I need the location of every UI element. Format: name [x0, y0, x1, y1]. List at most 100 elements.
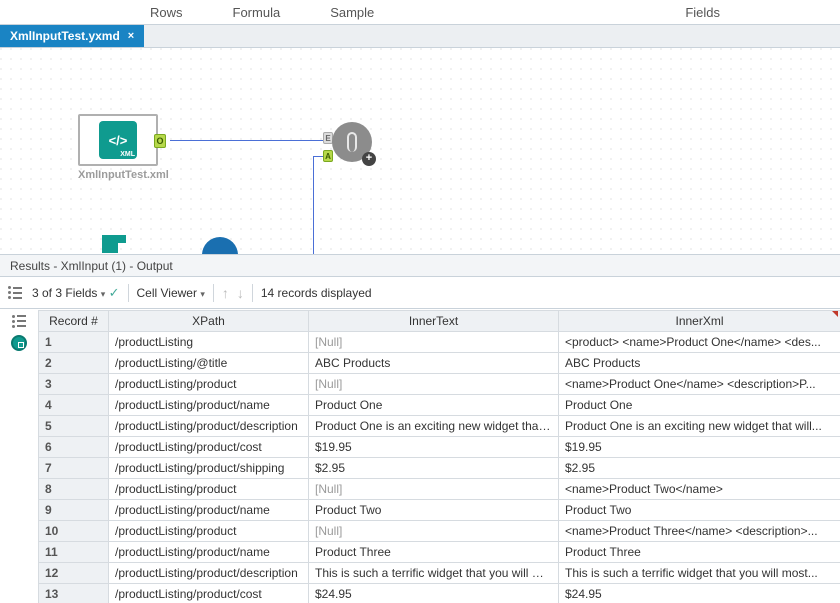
cell-innertext[interactable]: [Null]: [309, 479, 559, 500]
messages-icon[interactable]: [10, 312, 28, 330]
table-row[interactable]: 10/productListing/product[Null]<name>Pro…: [39, 521, 840, 542]
cell-innertext[interactable]: This is such a terrific widget that you …: [309, 563, 559, 584]
cell-xpath[interactable]: /productListing/product/name: [109, 500, 309, 521]
input-port-a[interactable]: A: [323, 150, 333, 162]
records-count: 14 records displayed: [261, 286, 372, 300]
table-row[interactable]: 9/productListing/product/nameProduct Two…: [39, 500, 840, 521]
cell-innerxml[interactable]: Product One: [559, 395, 840, 416]
cell-xpath[interactable]: /productListing/product: [109, 479, 309, 500]
cell-innerxml[interactable]: <product> <name>Product One</name> <des.…: [559, 332, 840, 353]
record-number[interactable]: 1: [39, 332, 109, 353]
cell-innerxml[interactable]: <name>Product Three</name> <description>…: [559, 521, 840, 542]
record-number[interactable]: 4: [39, 395, 109, 416]
table-row[interactable]: 6/productListing/product/cost$19.95$19.9…: [39, 437, 840, 458]
cell-innertext[interactable]: Product One is an exciting new widget th…: [309, 416, 559, 437]
record-number[interactable]: 5: [39, 416, 109, 437]
record-number[interactable]: 8: [39, 479, 109, 500]
output-anchor-icon[interactable]: [10, 334, 28, 352]
cell-innerxml[interactable]: Product Three: [559, 542, 840, 563]
col-record[interactable]: Record #: [39, 311, 109, 332]
workflow-tab[interactable]: XmlInputTest.yxmd ×: [0, 25, 144, 47]
table-row[interactable]: 13/productListing/product/cost$24.95$24.…: [39, 584, 840, 603]
cell-innerxml[interactable]: This is such a terrific widget that you …: [559, 563, 840, 584]
output-port[interactable]: O: [154, 134, 166, 148]
record-number[interactable]: 12: [39, 563, 109, 584]
close-tab-icon[interactable]: ×: [128, 30, 134, 42]
table-row[interactable]: 3/productListing/product[Null]<name>Prod…: [39, 374, 840, 395]
table-row[interactable]: 8/productListing/product[Null]<name>Prod…: [39, 479, 840, 500]
xml-input-tool[interactable]: </> XML O XmlInputTest.xml: [78, 114, 158, 181]
cell-innertext[interactable]: [Null]: [309, 521, 559, 542]
connection-wire[interactable]: [170, 140, 334, 141]
menu-formula[interactable]: Formula: [233, 5, 281, 20]
cell-xpath[interactable]: /productListing/product: [109, 521, 309, 542]
cell-innertext[interactable]: ABC Products: [309, 353, 559, 374]
cell-xpath[interactable]: /productListing: [109, 332, 309, 353]
col-innertext[interactable]: InnerText: [309, 311, 559, 332]
results-header: Results - XmlInput (1) - Output: [0, 255, 840, 277]
cell-xpath[interactable]: /productListing/product/name: [109, 542, 309, 563]
cell-innertext[interactable]: Product One: [309, 395, 559, 416]
cell-viewer-dropdown[interactable]: Cell Viewer ▾: [137, 286, 205, 300]
table-row[interactable]: 11/productListing/product/nameProduct Th…: [39, 542, 840, 563]
record-number[interactable]: 11: [39, 542, 109, 563]
cell-innerxml[interactable]: $2.95: [559, 458, 840, 479]
col-innerxml[interactable]: InnerXml: [559, 311, 840, 332]
menu-sample[interactable]: Sample: [330, 5, 374, 20]
record-number[interactable]: 6: [39, 437, 109, 458]
cell-innertext[interactable]: $24.95: [309, 584, 559, 603]
cell-xpath[interactable]: /productListing/product/name: [109, 395, 309, 416]
results-grid[interactable]: Record # XPath InnerText InnerXml 1/prod…: [38, 310, 840, 603]
col-xpath[interactable]: XPath: [109, 311, 309, 332]
table-row[interactable]: 2/productListing/@titleABC ProductsABC P…: [39, 353, 840, 374]
arrow-up-icon[interactable]: ↑: [222, 285, 229, 301]
cell-innertext[interactable]: Product Three: [309, 542, 559, 563]
cell-xpath[interactable]: /productListing/@title: [109, 353, 309, 374]
table-row[interactable]: 7/productListing/product/shipping$2.95$2…: [39, 458, 840, 479]
cell-innertext[interactable]: $19.95: [309, 437, 559, 458]
workflow-canvas[interactable]: </> XML O XmlInputTest.xml E A +: [0, 48, 840, 255]
tab-bar: XmlInputTest.yxmd ×: [0, 24, 840, 48]
record-number[interactable]: 3: [39, 374, 109, 395]
fields-selector[interactable]: 3 of 3 Fields ▾ ✓: [32, 285, 120, 301]
cell-innertext[interactable]: $2.95: [309, 458, 559, 479]
record-number[interactable]: 7: [39, 458, 109, 479]
cell-xpath[interactable]: /productListing/product: [109, 374, 309, 395]
cell-innertext[interactable]: [Null]: [309, 374, 559, 395]
list-view-icon[interactable]: [6, 284, 24, 302]
menu-strip: Rows Formula Sample Fields: [0, 0, 840, 24]
partial-tool-icon-2: [200, 233, 240, 255]
cell-innerxml[interactable]: ABC Products: [559, 353, 840, 374]
cell-innerxml[interactable]: <name>Product One</name> <description>P.…: [559, 374, 840, 395]
table-row[interactable]: 5/productListing/product/descriptionProd…: [39, 416, 840, 437]
cell-xpath[interactable]: /productListing/product/description: [109, 563, 309, 584]
partial-tool-icon: [100, 233, 130, 255]
table-row[interactable]: 12/productListing/product/descriptionThi…: [39, 563, 840, 584]
results-title: Results - XmlInput (1) - Output: [10, 259, 173, 273]
union-tool[interactable]: E A +: [332, 122, 372, 162]
xml-icon: </> XML: [99, 121, 137, 159]
record-number[interactable]: 10: [39, 521, 109, 542]
arrow-down-icon[interactable]: ↓: [237, 285, 244, 301]
cell-innerxml[interactable]: Product Two: [559, 500, 840, 521]
sort-indicator-icon: [832, 311, 838, 317]
cell-innerxml[interactable]: $24.95: [559, 584, 840, 603]
menu-fields[interactable]: Fields: [685, 5, 720, 20]
cell-innertext[interactable]: [Null]: [309, 332, 559, 353]
menu-rows[interactable]: Rows: [150, 5, 183, 20]
cell-innerxml[interactable]: <name>Product Two</name>: [559, 479, 840, 500]
cell-innerxml[interactable]: Product One is an exciting new widget th…: [559, 416, 840, 437]
cell-xpath[interactable]: /productListing/product/description: [109, 416, 309, 437]
cell-innertext[interactable]: Product Two: [309, 500, 559, 521]
table-row[interactable]: 4/productListing/product/nameProduct One…: [39, 395, 840, 416]
record-number[interactable]: 9: [39, 500, 109, 521]
tab-label: XmlInputTest.yxmd: [10, 29, 120, 43]
record-number[interactable]: 13: [39, 584, 109, 603]
record-number[interactable]: 2: [39, 353, 109, 374]
cell-xpath[interactable]: /productListing/product/cost: [109, 584, 309, 603]
table-row[interactable]: 1/productListing[Null]<product> <name>Pr…: [39, 332, 840, 353]
cell-xpath[interactable]: /productListing/product/shipping: [109, 458, 309, 479]
cell-xpath[interactable]: /productListing/product/cost: [109, 437, 309, 458]
connection-wire-down[interactable]: [313, 156, 314, 255]
cell-innerxml[interactable]: $19.95: [559, 437, 840, 458]
